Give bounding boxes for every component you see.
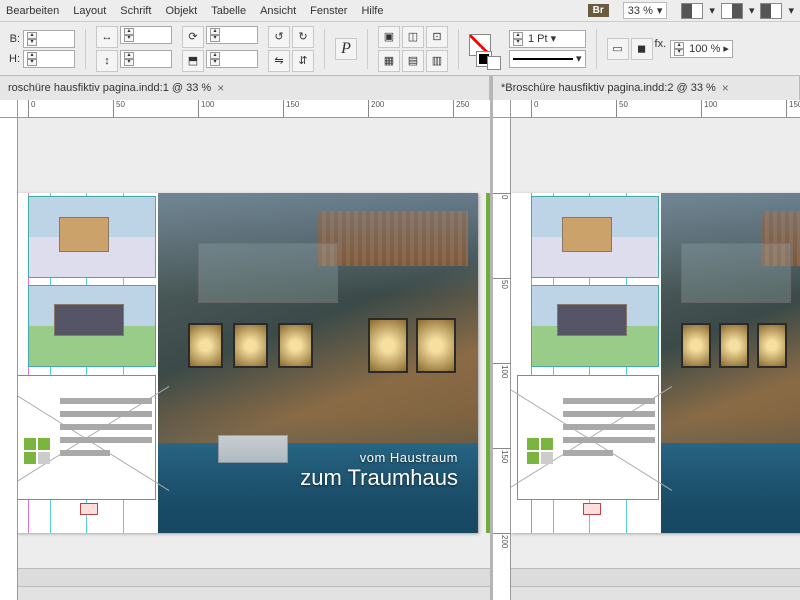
document-pane-2: *Broschüre hausfiktiv pagina.indd:2 @ 33… [493, 76, 800, 600]
control-panel: B: ▴▾ H: ▴▾ ↔▴▾ ↕▴▾ ⟳▴▾ ⬒▴▾ ↺↻ ⇋⇵ P ▣◫⊡ … [0, 22, 800, 76]
flip-v-icon[interactable]: ⇵ [292, 50, 314, 72]
center-content-icon[interactable]: ⊡ [426, 26, 448, 48]
chevron-down-icon[interactable]: ▾ [749, 4, 755, 17]
ruler-vertical[interactable] [0, 118, 18, 600]
sofa-shape [218, 435, 288, 463]
overset-icon [583, 503, 601, 515]
fit-content-icon[interactable]: ▣ [378, 26, 400, 48]
shear-icon[interactable]: ⬒ [182, 50, 204, 72]
close-icon[interactable]: × [217, 81, 224, 95]
close-icon[interactable]: × [722, 81, 729, 95]
thumbnail-1[interactable] [531, 196, 659, 278]
menu-bearbeiten[interactable]: Bearbeiten [6, 5, 59, 17]
ruler-horizontal[interactable]: 0 50 100 150 200 250 [18, 100, 490, 118]
height-field[interactable]: ▴▾ [23, 50, 75, 68]
menu-ansicht[interactable]: Ansicht [260, 5, 296, 17]
opacity-dropdown[interactable]: ▴▾100 %▸ [670, 40, 733, 58]
ruler-origin[interactable] [493, 100, 511, 118]
scale-x-icon[interactable]: ↔ [96, 26, 118, 48]
scrollbar-horizontal[interactable] [18, 586, 490, 600]
menu-bar: Bearbeiten Layout Schrift Objekt Tabelle… [0, 0, 800, 22]
view-mode-icons: ▾ ▾ ▾ [681, 3, 794, 19]
status-bar [511, 568, 800, 586]
chevron-down-icon[interactable]: ▾ [788, 4, 794, 17]
menu-layout[interactable]: Layout [73, 5, 106, 17]
fill-stroke-swatch[interactable] [469, 34, 499, 64]
logo-icon [527, 438, 555, 466]
ruler-origin[interactable] [0, 100, 18, 118]
menu-objekt[interactable]: Objekt [165, 5, 197, 17]
fit-prop-icon[interactable]: ▤ [402, 50, 424, 72]
document-tab-1[interactable]: roschüre hausfiktiv pagina.indd:1 @ 33 %… [0, 76, 490, 100]
flip-h-icon[interactable]: ⇋ [268, 50, 290, 72]
stroke-weight-dropdown[interactable]: ▴▾1 Pt▾ [509, 30, 586, 48]
menu-fenster[interactable]: Fenster [310, 5, 347, 17]
menu-tabelle[interactable]: Tabelle [211, 5, 246, 17]
arrange-2-icon[interactable] [760, 3, 782, 19]
size-fields: B: ▴▾ H: ▴▾ [6, 30, 75, 68]
thumbnail-2[interactable] [28, 285, 156, 367]
rotate-cw-icon[interactable]: ↻ [292, 26, 314, 48]
fill-frame-icon[interactable]: ▦ [378, 50, 400, 72]
menu-schrift[interactable]: Schrift [120, 5, 151, 17]
menu-hilfe[interactable]: Hilfe [361, 5, 383, 17]
rotate-icon[interactable]: ⟳ [182, 26, 204, 48]
bridge-badge[interactable]: Br [588, 4, 609, 17]
slogan-text: vom Haustraum zum Traumhaus [300, 450, 458, 491]
canvas-area[interactable]: vom Haustraum zum Traumhaus ↖ [18, 118, 490, 600]
chevron-down-icon[interactable]: ▾ [709, 4, 715, 17]
paragraph-icon[interactable]: P [335, 38, 357, 60]
fit-frame-icon[interactable]: ◫ [402, 26, 424, 48]
status-bar [18, 568, 490, 586]
height-label: H: [6, 53, 20, 65]
hero-image[interactable] [661, 193, 800, 533]
scale-y-icon[interactable]: ↕ [96, 50, 118, 72]
width-field[interactable]: ▴▾ [23, 30, 75, 48]
tab-label: roschüre hausfiktiv pagina.indd:1 @ 33 % [8, 82, 211, 94]
effects-icon[interactable]: ▭ [607, 38, 629, 60]
scale-x-field[interactable]: ▴▾ [120, 26, 172, 44]
drop-shadow-icon[interactable]: ◼ [631, 38, 653, 60]
scrollbar-horizontal[interactable] [511, 586, 800, 600]
document-tab-2[interactable]: *Broschüre hausfiktiv pagina.indd:2 @ 33… [493, 76, 800, 100]
overset-icon [80, 503, 98, 515]
tab-label: *Broschüre hausfiktiv pagina.indd:2 @ 33… [501, 82, 716, 94]
logo-icon [24, 438, 52, 466]
rotate-field[interactable]: ▴▾ [206, 26, 258, 44]
chevron-down-icon: ▾ [657, 4, 663, 17]
fx-label[interactable]: fx. [655, 38, 667, 60]
shear-field[interactable]: ▴▾ [206, 50, 258, 68]
screen-mode-1-icon[interactable] [681, 3, 703, 19]
canvas-area[interactable]: Z [511, 118, 800, 600]
ruler-vertical[interactable]: 0 50 100 150 200 [493, 118, 511, 600]
stroke-style-dropdown[interactable]: ▾ [509, 50, 586, 68]
page-spread[interactable]: Z [511, 193, 800, 533]
page-spread[interactable]: vom Haustraum zum Traumhaus [18, 193, 478, 533]
document-pane-1: roschüre hausfiktiv pagina.indd:1 @ 33 %… [0, 76, 493, 600]
arrange-1-icon[interactable] [721, 3, 743, 19]
bleed-edge [486, 193, 490, 533]
thumbnail-2[interactable] [531, 285, 659, 367]
swap-icon[interactable] [487, 56, 501, 70]
scale-y-field[interactable]: ▴▾ [120, 50, 172, 68]
thumbnail-1[interactable] [28, 196, 156, 278]
ruler-horizontal[interactable]: 0 50 100 150 [511, 100, 800, 118]
zoom-dropdown[interactable]: 33 %▾ [623, 2, 668, 19]
rotate-ccw-icon[interactable]: ↺ [268, 26, 290, 48]
width-label: B: [6, 33, 20, 45]
auto-fit-icon[interactable]: ▥ [426, 50, 448, 72]
